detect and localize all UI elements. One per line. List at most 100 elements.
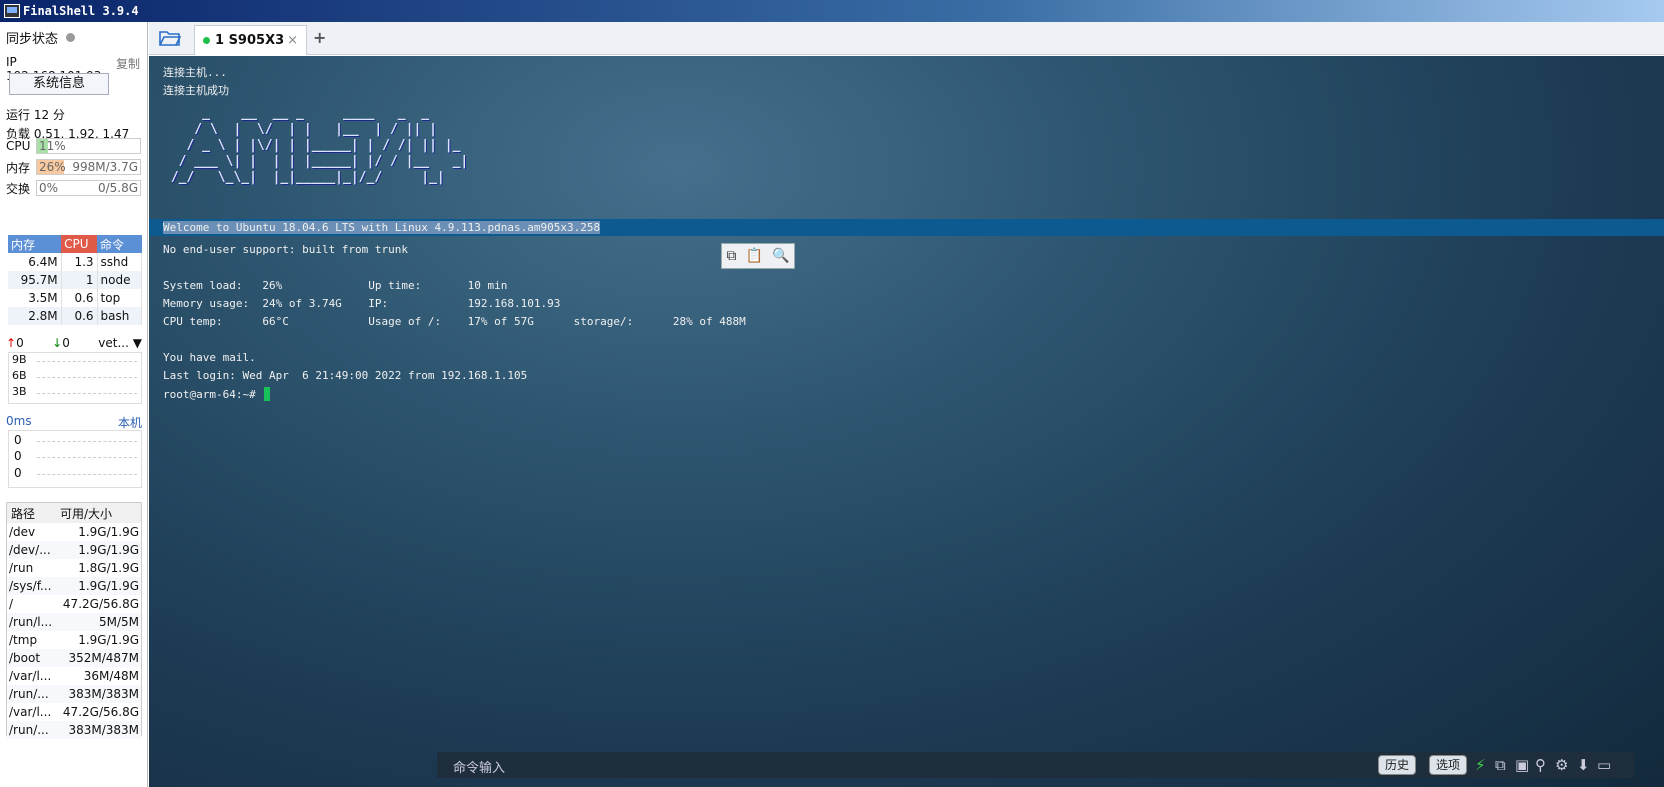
- terminal-line: You have mail.: [163, 351, 256, 364]
- paste-icon[interactable]: 📋: [746, 248, 763, 264]
- table-row[interactable]: /var/l... 36M/48M: [7, 667, 141, 685]
- lightning-icon[interactable]: ⚡: [1475, 756, 1486, 774]
- table-row[interactable]: / 47.2G/56.8G: [7, 595, 141, 613]
- grid-line: [37, 361, 137, 362]
- net-y-label: 9B: [12, 353, 27, 366]
- window-icon[interactable]: ▭: [1597, 756, 1611, 774]
- grid-line: [37, 457, 137, 458]
- disk-size: 383M/383M: [56, 721, 141, 739]
- terminal[interactable]: 连接主机... 连接主机成功 _ __ __ _ ____ _ _ / \ | …: [149, 56, 1664, 787]
- column-header-cpu[interactable]: CPU: [61, 235, 98, 253]
- connected-dot-icon: [203, 37, 210, 44]
- arrow-down-icon[interactable]: ⬇: [1577, 756, 1590, 774]
- interface-label: vet...: [98, 336, 129, 350]
- disk-path: /boot: [7, 649, 56, 667]
- memory-meter: 内存 26% 998M/3.7G: [6, 159, 141, 175]
- interface-select[interactable]: vet... ▼: [98, 336, 142, 350]
- table-row[interactable]: 6.4M 1.3 sshd: [8, 253, 143, 271]
- disk-path: /sys/f...: [7, 577, 56, 595]
- disk-size: 5M/5M: [56, 613, 141, 631]
- process-mem: 6.4M: [8, 253, 62, 271]
- ping-target[interactable]: 本机: [118, 414, 142, 431]
- column-header-memory[interactable]: 内存: [8, 235, 62, 253]
- tab-session[interactable]: 1 S905X3 ×: [194, 25, 307, 55]
- table-row[interactable]: /run/... 383M/383M: [7, 721, 141, 739]
- column-header-command[interactable]: 命令: [97, 235, 142, 253]
- disk-size: 1.9G/1.9G: [78, 633, 139, 647]
- options-button[interactable]: 选项: [1429, 755, 1468, 775]
- app-icon: [4, 4, 20, 18]
- ping-y-label: 0: [14, 466, 22, 480]
- disk-size: 47.2G/56.8G: [62, 705, 139, 719]
- process-cpu: 1.3: [61, 253, 98, 271]
- disk-path: /run/...: [7, 685, 56, 703]
- process-mem: 3.5M: [8, 289, 62, 307]
- terminal-line: 连接主机成功: [163, 84, 229, 97]
- cpu-meter: CPU 11%: [6, 138, 141, 154]
- terminal-line: 连接主机...: [163, 66, 227, 79]
- grid-line: [37, 474, 137, 475]
- table-row[interactable]: /dev/... 1.9G/1.9G: [7, 541, 141, 559]
- sync-status-dot-icon: [66, 33, 76, 42]
- add-tab-icon[interactable]: +: [313, 28, 326, 47]
- table-row[interactable]: /dev 1.9G/1.9G: [7, 523, 141, 541]
- table-row[interactable]: 2.8M 0.6 bash: [8, 307, 143, 325]
- copy-icon[interactable]: ⧉: [1495, 756, 1506, 774]
- table-row[interactable]: /run/... 383M/383M: [7, 685, 141, 703]
- download-value: 0: [62, 336, 70, 350]
- close-tab-icon[interactable]: ×: [287, 33, 298, 48]
- table-row[interactable]: /sys/f... 1.9G/1.9G: [7, 577, 141, 595]
- copy-ip-button[interactable]: 复制: [116, 55, 140, 83]
- table-row[interactable]: 3.5M 0.6 top: [8, 289, 143, 307]
- table-row[interactable]: /run 1.8G/1.9G: [7, 559, 141, 577]
- table-row[interactable]: /run/l... 5M/5M: [7, 613, 141, 631]
- search-icon[interactable]: 🔍: [772, 248, 789, 264]
- open-folder-icon[interactable]: [159, 29, 181, 47]
- table-row[interactable]: /boot 352M/487M: [7, 649, 141, 667]
- table-row[interactable]: /tmp 1.9G/1.9G: [7, 631, 141, 649]
- terminal-prompt-line: root@arm-64:~#: [163, 387, 271, 401]
- swap-meter: 交换 0% 0/5.8G: [6, 180, 141, 196]
- selection-toolbar: ⧉ 📋 🔍: [721, 243, 795, 269]
- process-cpu: 1: [61, 271, 98, 289]
- gear-icon[interactable]: ⚙: [1555, 756, 1568, 774]
- system-info-button[interactable]: 系统信息: [9, 73, 109, 95]
- table-row[interactable]: /var/l... 47.2G/56.8G: [7, 703, 141, 721]
- disk-size: 36M/48M: [83, 669, 139, 683]
- process-cmd: bash: [97, 307, 143, 325]
- table-row[interactable]: 95.7M 1 node: [8, 271, 143, 289]
- memory-detail: 998M/3.7G: [72, 160, 138, 174]
- swap-detail: 0/5.8G: [97, 181, 138, 195]
- memory-label: 内存: [6, 160, 31, 175]
- cpu-value: 11%: [39, 139, 66, 153]
- disk-table: 路径 可用/大小 /dev 1.9G/1.9G /dev/... 1.9G/1.9G…: [6, 502, 142, 739]
- process-mem: 95.7M: [8, 271, 62, 289]
- sync-status: 同步状态: [6, 28, 76, 47]
- history-button[interactable]: 历史: [1378, 755, 1417, 775]
- disk-path: /run/...: [7, 721, 56, 739]
- command-input[interactable]: 命令输入: [453, 757, 505, 776]
- prompt: root@arm-64:~#: [163, 388, 256, 401]
- memory-bar: 26% 998M/3.7G: [36, 159, 141, 175]
- highlighted-line: Welcome to Ubuntu 18.04.6 LTS with Linux…: [149, 219, 1664, 236]
- command-bar[interactable]: 命令输入 历史 选项 ⚡ ⧉ ▣ ⚲ ⚙ ⬇ ▭: [437, 752, 1634, 778]
- process-cmd: node: [97, 271, 143, 289]
- swap-bar: 0% 0/5.8G: [36, 180, 141, 196]
- copy-icon[interactable]: ⧉: [727, 248, 737, 264]
- paste-icon[interactable]: ▣: [1515, 756, 1529, 774]
- ascii-art-banner: _ __ __ _ ____ _ _ / \ | \/ | | |__ | / …: [170, 106, 469, 185]
- column-header-path[interactable]: 路径: [7, 503, 56, 523]
- ping-y-label: 0: [14, 433, 22, 447]
- grid-line: [37, 441, 137, 442]
- disk-path: /: [9, 597, 14, 611]
- search-icon[interactable]: ⚲: [1535, 756, 1546, 774]
- upload-value: 0: [16, 336, 24, 350]
- grid-line: [37, 377, 137, 378]
- disk-size: 1.9G/1.9G: [78, 525, 139, 539]
- process-mem: 2.8M: [8, 307, 62, 325]
- column-header-size[interactable]: 可用/大小: [56, 503, 141, 523]
- grid-line: [37, 393, 137, 394]
- tab-bar: 1 S905X3 × +: [149, 22, 1664, 55]
- arrow-down-icon: ↓: [52, 336, 63, 350]
- disk-path: /run/l...: [7, 613, 56, 631]
